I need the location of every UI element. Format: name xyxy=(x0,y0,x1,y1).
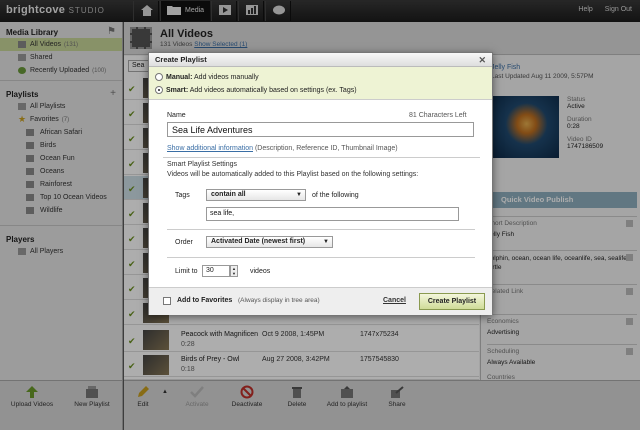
close-icon[interactable]: ✕ xyxy=(478,53,486,67)
limit-input[interactable]: 30 xyxy=(202,265,230,277)
smart-desc: Add videos automatically based on settin… xyxy=(189,87,357,94)
smart-radio[interactable] xyxy=(155,86,163,95)
manual-radio[interactable] xyxy=(155,73,163,82)
limit-stepper[interactable]: ▲ ▼ xyxy=(230,265,238,277)
characters-left: 81 Characters Left xyxy=(409,112,467,119)
show-additional-info-link[interactable]: Show additional information xyxy=(167,145,253,152)
smart-option[interactable]: Smart: Add videos automatically based on… xyxy=(155,84,492,97)
divider xyxy=(163,157,480,158)
cancel-button[interactable]: Cancel xyxy=(383,297,406,304)
order-value: Activated Date (newest first) xyxy=(211,238,306,245)
smart-settings-header: Smart Playlist Settings xyxy=(167,161,238,168)
create-playlist-dialog: Create Playlist ✕ Manual: Add videos man… xyxy=(148,52,493,315)
smart-label: Smart: xyxy=(166,87,189,94)
dialog-footer: Add to Favorites (Always display in tree… xyxy=(149,287,492,315)
add-to-favorites-label: Add to Favorites xyxy=(177,297,233,304)
additional-info-desc: (Description, Reference ID, Thumbnail Im… xyxy=(254,145,398,152)
add-to-favorites-checkbox[interactable] xyxy=(163,297,171,305)
limit-label: Limit to xyxy=(175,268,198,275)
order-select[interactable]: Activated Date (newest first) ▼ xyxy=(206,236,333,248)
tags-match-value: contain all xyxy=(211,191,246,198)
divider xyxy=(167,229,475,230)
tags-match-select[interactable]: contain all ▼ xyxy=(206,189,306,201)
add-to-favorites-note: (Always display in tree area) xyxy=(238,297,320,304)
manual-label: Manual: xyxy=(166,74,193,81)
manual-option[interactable]: Manual: Add videos manually xyxy=(155,71,492,84)
tags-label: Tags xyxy=(175,192,190,199)
dialog-title-bar: Create Playlist ✕ xyxy=(149,53,492,67)
smart-settings-desc: Videos will be automatically added to th… xyxy=(167,171,419,178)
additional-info-line: Show additional information (Description… xyxy=(167,145,398,152)
create-playlist-button[interactable]: Create Playlist xyxy=(419,293,485,310)
stepper-down-icon[interactable]: ▼ xyxy=(232,271,236,276)
chevron-down-icon: ▼ xyxy=(296,192,302,198)
divider xyxy=(167,257,475,258)
order-label: Order xyxy=(175,239,193,246)
chevron-down-icon: ▼ xyxy=(323,239,329,245)
playlist-type-section: Manual: Add videos manually Smart: Add v… xyxy=(149,67,492,100)
tags-input[interactable]: sea life, xyxy=(206,207,459,221)
playlist-name-input[interactable]: Sea Life Adventures xyxy=(167,122,474,137)
limit-unit: videos xyxy=(250,268,271,275)
manual-desc: Add videos manually xyxy=(194,74,259,81)
of-following-label: of the following xyxy=(312,192,359,199)
name-label: Name xyxy=(167,112,186,119)
dialog-title: Create Playlist xyxy=(155,55,207,64)
